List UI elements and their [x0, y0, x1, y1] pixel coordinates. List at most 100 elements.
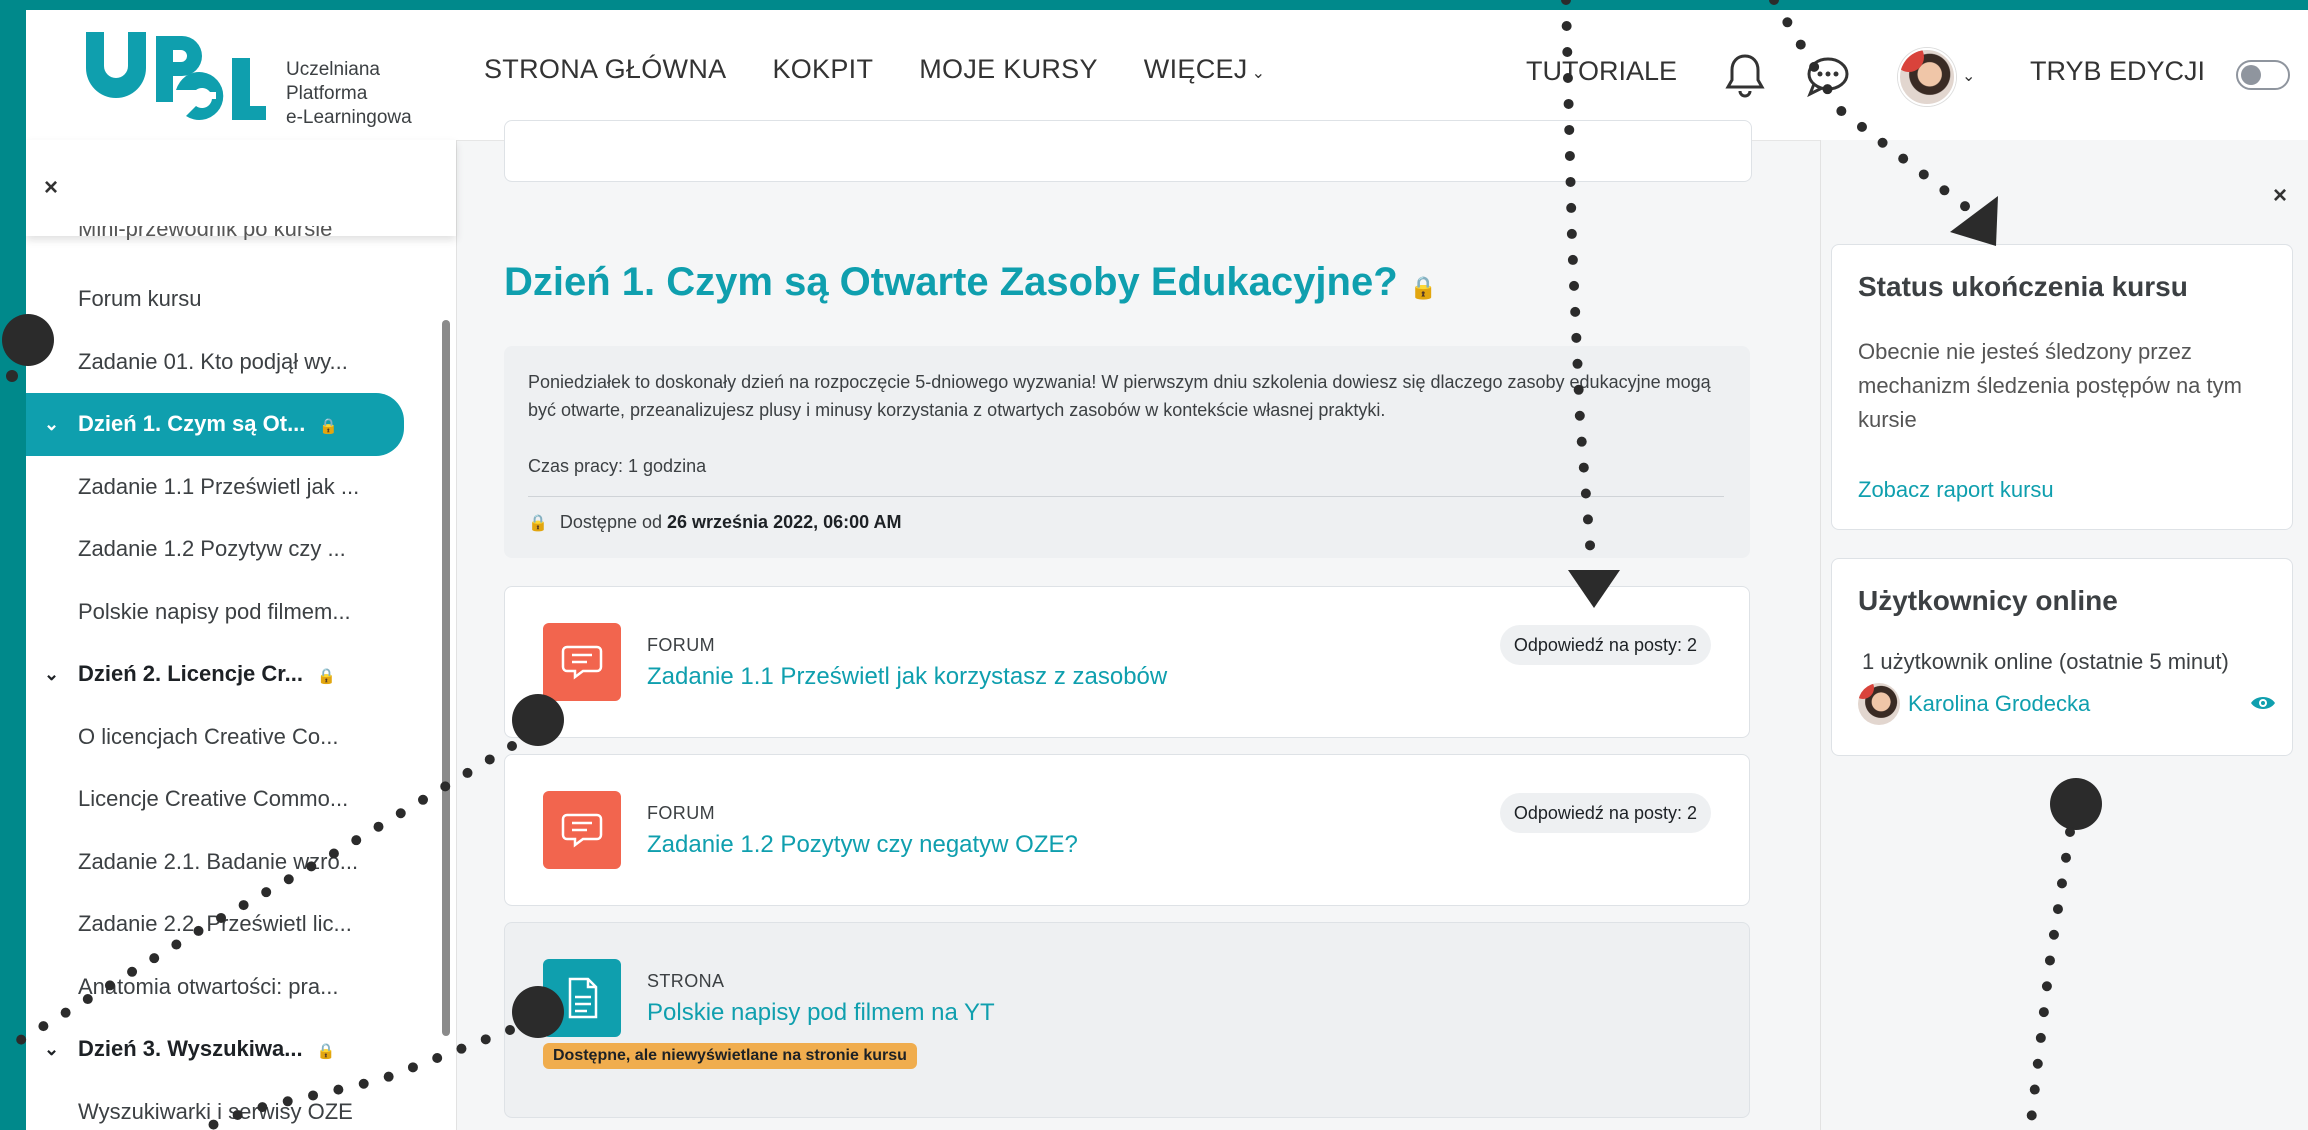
eye-icon[interactable] — [2250, 693, 2276, 713]
course-index-drawer: × Mini-przewodnik po kursie Forum kursu … — [26, 140, 457, 1130]
course-index-section-active[interactable]: ⌄ Dzień 1. Czym są Ot... 🔒 — [26, 393, 404, 456]
block-text: Obecnie nie jesteś śledzony przez mechan… — [1858, 339, 2242, 432]
activity-type: STRONA — [647, 971, 725, 991]
site-logo[interactable]: Uczelniana Platforma e-Learningowa — [82, 26, 412, 128]
nav-my-courses[interactable]: MOJE KURSY — [919, 54, 1098, 85]
chevron-down-icon[interactable]: ⌄ — [44, 393, 59, 456]
course-index-item[interactable]: Wyszukiwarki i serwisy OZE — [26, 1081, 456, 1130]
chevron-down-icon[interactable]: ⌄ — [44, 1018, 59, 1081]
section-title-text: Dzień 1. Czym są Otwarte Zasoby Edukacyj… — [504, 260, 1398, 304]
drawer-scrollbar[interactable] — [442, 320, 450, 1036]
annotation-dot — [6, 370, 18, 382]
activity-link[interactable]: Polskie napisy pod filmem na YT — [647, 999, 995, 1027]
forum-icon[interactable] — [543, 623, 621, 701]
blocks-drawer: × Status ukończenia kursu Obecnie nie je… — [1820, 140, 2308, 1130]
block-title: Użytkownicy online — [1858, 585, 2118, 616]
course-content: Dzień 1. Czym są Otwarte Zasoby Edukacyj… — [456, 120, 1836, 1130]
activity-link[interactable]: Zadanie 1.1 Prześwietl jak korzystasz z … — [647, 663, 1167, 691]
chat-icon[interactable] — [1804, 52, 1856, 100]
page-glyph-icon — [568, 977, 598, 1019]
course-index-item-label: O licencjach Creative Co... — [78, 723, 339, 749]
forum-icon[interactable] — [543, 791, 621, 869]
course-index-item[interactable]: Forum kursu — [26, 268, 456, 331]
course-index-item[interactable]: Zadanie 01. Kto podjął wy... — [26, 331, 456, 394]
chevron-down-icon[interactable]: ⌄ — [44, 643, 59, 706]
course-index-item-label: Forum kursu — [78, 286, 202, 311]
course-index-section-label: Dzień 3. Wyszukiwa... — [78, 1036, 303, 1061]
lock-icon: 🔒 — [316, 1043, 336, 1060]
course-index-item-label: Zadanie 1.2 Pozytyw czy ... — [78, 536, 346, 561]
course-index-item[interactable]: O licencjach Creative Co... — [26, 706, 456, 769]
availability-date: 26 września 2022, 06:00 AM — [667, 512, 902, 532]
app-frame: Uczelniana Platforma e-Learningowa STRON… — [26, 10, 2308, 1130]
activity-requirement-badge: Odpowiedź na posty: 2 — [1499, 793, 1711, 833]
course-index-item[interactable]: Anatomia otwartości: pra... — [26, 956, 456, 1019]
course-index-item[interactable]: Zadanie 1.2 Pozytyw czy ... — [26, 518, 456, 581]
activity-requirement-badge: Odpowiedź na posty: 2 — [1499, 625, 1711, 665]
course-index-item-label: Anatomia otwartości: pra... — [78, 973, 339, 999]
course-index-section[interactable]: ⌄ Dzień 3. Wyszukiwa... 🔒 — [26, 1018, 456, 1081]
course-index-item-label: Polskie napisy pod filmem... — [78, 598, 351, 624]
course-index-item-label: Zadanie 01. Kto podjął wy... — [78, 348, 348, 374]
logo-line-2: Platforma — [286, 83, 368, 104]
user-avatar[interactable] — [1898, 48, 1956, 106]
course-index-section-label: Dzień 2. Licencje Cr... — [78, 661, 303, 686]
course-index-item[interactable]: Zadanie 2.2. Prześwietl lic... — [26, 893, 456, 956]
online-count: 1 użytkownik online (ostatnie 5 minut) — [1862, 649, 2229, 674]
nav-dashboard[interactable]: KOKPIT — [772, 54, 873, 85]
bell-icon[interactable] — [1720, 50, 1770, 100]
work-time: Czas pracy: 1 godzina — [528, 456, 707, 476]
close-icon[interactable]: × — [44, 174, 58, 202]
course-index-section-label: Dzień 1. Czym są Ot... — [78, 411, 306, 436]
edit-mode-label: TRYB EDYCJI — [2030, 56, 2206, 86]
activity-link[interactable]: Zadanie 1.2 Pozytyw czy negatyw OZE? — [647, 831, 1078, 859]
course-index-item-label: Zadanie 2.2. Prześwietl lic... — [78, 911, 352, 936]
course-index-item[interactable]: Zadanie 1.1 Prześwietl jak ... — [26, 456, 456, 519]
availability-prefix: Dostępne od — [559, 512, 662, 532]
drawer-header: × Mini-przewodnik po kursie — [26, 140, 456, 240]
nav-more-label: WIĘCEJ — [1143, 54, 1248, 84]
section-summary: Poniedziałek to doskonały dzień na rozpo… — [504, 346, 1750, 558]
lock-icon: 🔒 — [1409, 275, 1438, 300]
lock-icon: 🔒 — [528, 515, 548, 532]
divider — [528, 496, 1724, 497]
chevron-down-icon: ⌄ — [1251, 65, 1266, 82]
visibility-badge: Dostępne, ale niewyświetlane na stronie … — [543, 1043, 917, 1069]
user-nav: TUTORIALE ⌄ TRYB EDYCJI — [1526, 40, 2290, 110]
nav-home[interactable]: STRONA GŁÓWNA — [484, 54, 726, 85]
previous-card — [504, 120, 1752, 182]
course-report-link[interactable]: Zobacz raport kursu — [1858, 477, 2054, 503]
section-title: Dzień 1. Czym są Otwarte Zasoby Edukacyj… — [504, 260, 1437, 305]
course-index-item[interactable]: Polskie napisy pod filmem... — [26, 581, 456, 644]
online-user-link[interactable]: Karolina Grodecka — [1908, 691, 2090, 717]
course-index-section[interactable]: ⌄ Dzień 2. Licencje Cr... 🔒 — [26, 643, 456, 706]
edit-mode-toggle[interactable] — [2236, 60, 2290, 90]
activity-forum: FORUM Zadanie 1.1 Prześwietl jak korzyst… — [504, 586, 1750, 738]
course-index-item[interactable]: Zadanie 2.1. Badanie wzro... — [26, 831, 456, 894]
forum-glyph-icon — [561, 645, 603, 680]
course-index-item-label: Wyszukiwarki i serwisy OZE — [78, 1098, 353, 1124]
online-users-block: Użytkownicy online 1 użytkownik online (… — [1831, 558, 2293, 756]
upel-logo-icon — [86, 32, 266, 121]
forum-glyph-icon — [561, 813, 603, 848]
course-index-list: Forum kursu Zadanie 01. Kto podjął wy...… — [26, 268, 456, 1130]
avatar[interactable] — [1858, 683, 1900, 725]
page-icon[interactable] — [543, 959, 621, 1037]
close-icon[interactable]: × — [2273, 182, 2287, 210]
completion-status-block: Status ukończenia kursu Obecnie nie jest… — [1831, 244, 2293, 530]
course-index-item-label: Zadanie 1.1 Prześwietl jak ... — [78, 473, 360, 499]
chevron-down-icon[interactable]: ⌄ — [1962, 66, 1975, 86]
lock-icon: 🔒 — [319, 418, 339, 435]
course-index-item[interactable]: Licencje Creative Commo... — [26, 768, 456, 831]
nav-more[interactable]: WIĘCEJ ⌄ — [1144, 54, 1266, 85]
course-index-item-label: Licencje Creative Commo... — [78, 786, 349, 811]
summary-text: Poniedziałek to doskonały dzień na rozpo… — [528, 372, 1711, 420]
logo-line-1: Uczelniana — [286, 59, 380, 80]
activity-page: STRONA Polskie napisy pod filmem na YT D… — [504, 922, 1750, 1118]
availability-info: 🔒 Dostępne od 26 września 2022, 06:00 AM — [528, 512, 901, 533]
nav-tutorials[interactable]: TUTORIALE — [1526, 56, 1677, 87]
activity-type: FORUM — [647, 803, 715, 823]
block-title: Status ukończenia kursu — [1858, 271, 2188, 302]
drawer-cut-item[interactable]: Mini-przewodnik po kursie — [78, 226, 332, 240]
course-index-item-label: Zadanie 2.1. Badanie wzro... — [78, 848, 359, 874]
